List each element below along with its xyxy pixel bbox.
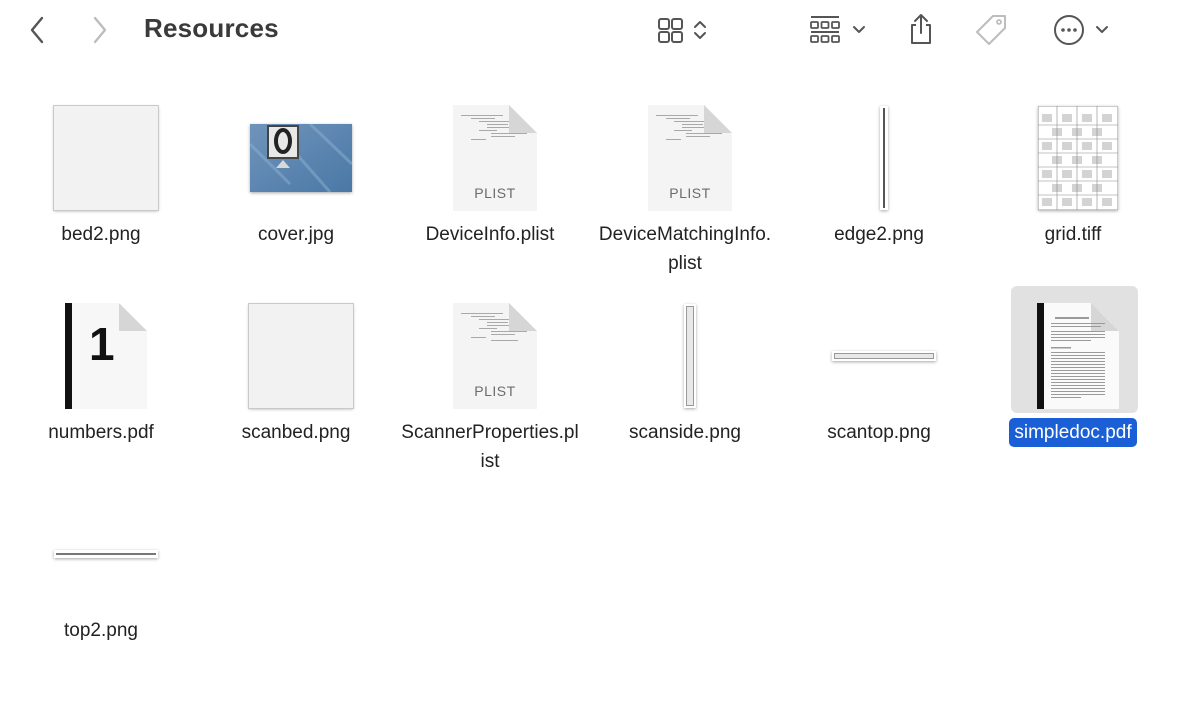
file-name: scantop.png (827, 422, 931, 443)
file-name: grid.tiff (1044, 224, 1102, 245)
file-name: bed2.png (61, 224, 141, 245)
plist-badge: PLIST (669, 185, 711, 201)
file-thumbnail (46, 494, 166, 614)
file-name: ScannerProperties.plist (401, 422, 579, 472)
file-item[interactable]: PLIST DeviceInfo.plist (395, 98, 585, 288)
file-name: scanside.png (629, 422, 741, 443)
file-thumbnail (1011, 286, 1138, 416)
file-thumbnail (824, 98, 944, 218)
file-item[interactable]: bed2.png (6, 98, 196, 288)
file-thumbnail (630, 296, 750, 416)
file-thumbnail (46, 98, 166, 218)
file-name: DeviceMatchingInfo.plist (598, 224, 772, 274)
pdf-number-glyph: 1 (89, 318, 115, 370)
file-name: top2.png (64, 620, 138, 641)
file-grid: bed2.png cover.jpg PLIST DeviceInfo.plis… (0, 0, 1200, 719)
file-name: cover.jpg (257, 224, 335, 245)
file-thumbnail: PLIST (435, 98, 555, 218)
file-thumbnail (1018, 98, 1138, 218)
file-item[interactable]: scantop.png (784, 296, 974, 486)
file-item[interactable]: top2.png (6, 494, 196, 684)
plist-badge: PLIST (474, 383, 516, 399)
file-item[interactable]: scanside.png (590, 296, 780, 486)
file-name: simpledoc.pdf (1009, 418, 1137, 447)
plist-badge: PLIST (474, 185, 516, 201)
file-name: numbers.pdf (48, 422, 154, 443)
file-item-selected[interactable]: simpledoc.pdf (978, 286, 1168, 486)
file-item[interactable]: 1 numbers.pdf (6, 296, 196, 486)
file-thumbnail (824, 296, 944, 416)
file-thumbnail: PLIST (435, 296, 555, 416)
file-item[interactable]: PLIST DeviceMatchingInfo.plist (590, 98, 780, 288)
file-item[interactable]: PLIST ScannerProperties.plist (395, 296, 585, 486)
file-item[interactable]: edge2.png (784, 98, 974, 288)
file-item[interactable]: cover.jpg (201, 98, 391, 288)
file-item[interactable]: grid.tiff (978, 98, 1168, 288)
file-thumbnail (241, 296, 361, 416)
file-name: scanbed.png (241, 422, 351, 443)
file-item[interactable]: scanbed.png (201, 296, 391, 486)
file-name: edge2.png (834, 224, 924, 245)
file-thumbnail (241, 98, 361, 218)
file-thumbnail: 1 (46, 296, 166, 416)
file-name: DeviceInfo.plist (425, 224, 555, 245)
file-thumbnail: PLIST (630, 98, 750, 218)
